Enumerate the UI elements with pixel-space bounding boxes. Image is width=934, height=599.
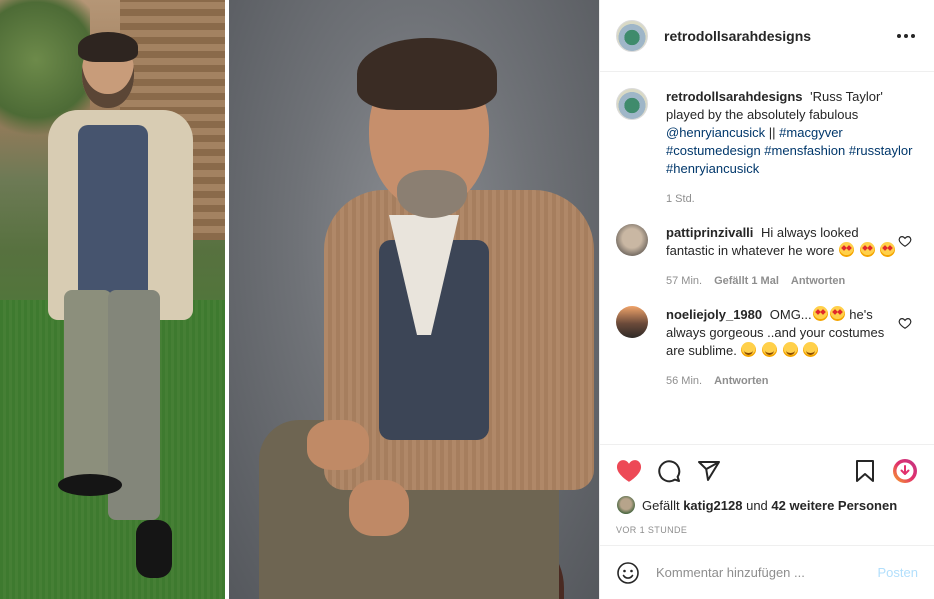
photo-seated-portrait xyxy=(229,0,599,599)
liked-by-others[interactable]: 42 weitere Personen xyxy=(771,498,897,513)
reels-icon xyxy=(893,459,917,483)
hashtag-costumedesign[interactable]: #costumedesign xyxy=(666,143,761,158)
caption-separator: || xyxy=(765,125,780,140)
comment-icon xyxy=(658,460,681,483)
smiling-emoji-icon xyxy=(741,342,757,357)
hashtag-mensfashion[interactable]: #mensfashion xyxy=(764,143,845,158)
post-side-panel: retrodollsarahdesigns retrodollsarahdesi… xyxy=(599,0,934,599)
smiling-emoji-icon xyxy=(762,342,778,357)
share-icon xyxy=(698,461,720,481)
emoji-icon[interactable] xyxy=(616,561,640,585)
comment-text-part-1: OMG... xyxy=(769,307,812,322)
hair-shape xyxy=(78,32,138,62)
hashtag-russtaylor[interactable]: #russtaylor xyxy=(849,143,913,158)
comment-username[interactable]: pattiprinzivalli xyxy=(666,225,753,240)
comments-section[interactable]: retrodollsarahdesigns 'Russ Taylor' play… xyxy=(600,72,934,444)
star-eyes-emoji-icon xyxy=(859,242,875,257)
reels-button[interactable] xyxy=(892,458,918,484)
comment-item: noeliejoly_1980 OMG... he's always gorge… xyxy=(616,306,918,390)
more-options-button[interactable] xyxy=(894,24,918,48)
hashtag-macgyver[interactable]: #macgyver xyxy=(779,125,843,140)
bookmark-icon xyxy=(856,460,874,482)
heart-icon xyxy=(616,460,642,482)
photo-full-body xyxy=(0,0,225,599)
left-leg-shape xyxy=(64,290,112,490)
commenter-avatar[interactable] xyxy=(616,306,648,338)
comment-username[interactable]: noeliejoly_1980 xyxy=(666,307,762,322)
comment-button[interactable] xyxy=(656,458,682,484)
liked-by: Gefällt katig2128 und 42 weitere Persone… xyxy=(616,495,918,515)
post-media[interactable] xyxy=(0,0,599,599)
comment-timestamp[interactable]: 57 Min. xyxy=(666,272,702,290)
caption-username[interactable]: retrodollsarahdesigns xyxy=(666,89,803,104)
liker-avatar[interactable] xyxy=(616,495,636,515)
small-heart-icon[interactable] xyxy=(898,316,912,330)
right-shoe-shape xyxy=(136,520,172,578)
beard-shape xyxy=(397,170,467,218)
caption-mention[interactable]: @henryiancusick xyxy=(666,125,765,140)
post-date[interactable]: VOR 1 STUNDE xyxy=(616,525,918,535)
hashtag-henryiancusick[interactable]: #henryiancusick xyxy=(666,161,759,176)
caption-timestamp[interactable]: 1 Std. xyxy=(666,190,695,208)
add-comment-bar: Posten xyxy=(600,545,934,599)
right-hand-shape xyxy=(349,480,409,536)
liked-by-prefix: Gefällt xyxy=(642,497,680,513)
share-button[interactable] xyxy=(696,458,722,484)
comment-input[interactable] xyxy=(656,565,878,580)
author-username[interactable]: retrodollsarahdesigns xyxy=(664,28,811,44)
liked-by-middle: und xyxy=(746,497,768,513)
comment-item: pattiprinzivalli Hi always looked fantas… xyxy=(616,224,918,290)
author-avatar[interactable] xyxy=(616,19,648,52)
post-comment-button[interactable]: Posten xyxy=(878,565,918,580)
more-icon xyxy=(897,33,915,38)
smiling-emoji-icon xyxy=(803,342,819,357)
save-button[interactable] xyxy=(852,458,878,484)
caption: retrodollsarahdesigns 'Russ Taylor' play… xyxy=(616,88,918,208)
commenter-avatar[interactable] xyxy=(616,224,648,256)
small-heart-icon[interactable] xyxy=(898,234,912,248)
star-eyes-emoji-icon xyxy=(880,242,896,257)
reply-button[interactable]: Antworten xyxy=(714,372,768,390)
star-eyes-emoji-icon xyxy=(812,306,828,321)
star-eyes-emoji-icon xyxy=(829,306,845,321)
comment-like-count[interactable]: Gefällt 1 Mal xyxy=(714,272,779,290)
post-header: retrodollsarahdesigns xyxy=(600,0,934,72)
comment-timestamp[interactable]: 56 Min. xyxy=(666,372,702,390)
reply-button[interactable]: Antworten xyxy=(791,272,845,290)
vest-shape xyxy=(78,125,148,300)
caption-author-avatar[interactable] xyxy=(616,88,648,120)
hair-shape xyxy=(357,38,497,110)
like-button[interactable] xyxy=(616,458,642,484)
star-eyes-emoji-icon xyxy=(839,242,854,257)
liked-by-user[interactable]: katig2128 xyxy=(683,498,742,513)
left-shoe-shape xyxy=(58,474,122,496)
smiling-emoji-icon xyxy=(782,342,798,357)
post-actions: Gefällt katig2128 und 42 weitere Persone… xyxy=(600,444,934,535)
left-hand-shape xyxy=(307,420,369,470)
